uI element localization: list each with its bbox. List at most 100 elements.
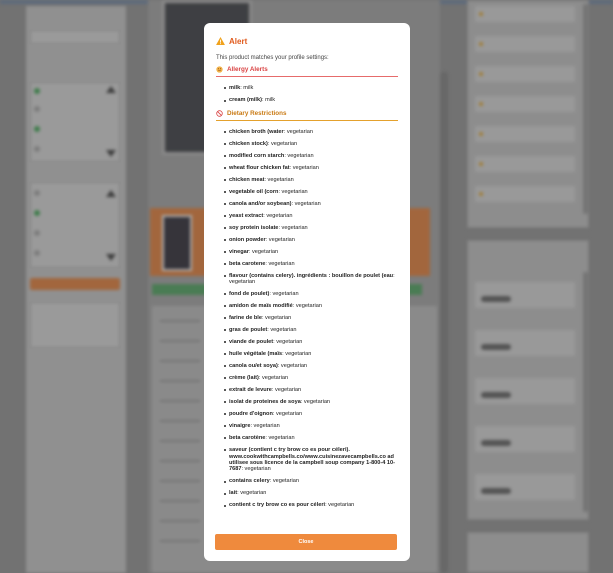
item-name: amidon de maïs modifié (229, 303, 293, 310)
item-name: beta carotene (229, 260, 266, 267)
item-detail: : vegetarian (292, 303, 322, 310)
item-detail: : vegetarian (278, 224, 308, 231)
item-name: vinegar (229, 248, 249, 255)
list-item: gras de poulet: vegetarian (224, 327, 398, 333)
item-name: beta carotène (229, 435, 266, 442)
item-detail: : vegetarian (269, 478, 299, 485)
item-detail: : vegetarian (300, 399, 331, 406)
list-item: saveur (contient c try brow co es pour c… (224, 447, 398, 473)
item-name: huile végétale (maïs (229, 351, 283, 358)
list-item: canola ou/et soya): vegetarian (224, 363, 398, 369)
item-detail: : vegetarian (271, 387, 302, 394)
warning-icon (216, 37, 225, 45)
allergy-section-title: Allergy Alerts (227, 66, 268, 73)
list-item: canola and/or soybean): vegetarian (224, 201, 398, 207)
modal-subtitle: This product matches your profile settin… (216, 55, 329, 61)
item-name: gras de poulet (229, 327, 268, 334)
item-detail: : vegetarian (248, 248, 279, 255)
list-item: cream (milk): milk (224, 97, 398, 103)
item-detail: : vegetarian (267, 140, 298, 147)
item-name: canola and/or soybean) (229, 200, 292, 207)
item-detail: : vegetarian (258, 375, 289, 382)
item-detail: : vegetarian (263, 212, 293, 219)
item-detail: : vegetarian (237, 490, 267, 497)
list-item: isolat de proteines de soya: vegetarian (224, 399, 398, 405)
item-name: yeast extract (229, 212, 264, 219)
prohibited-icon (216, 110, 223, 117)
list-item: wheat flour chicken fat: vegetarian (224, 165, 398, 171)
list-item: chicken meat: vegetarian (224, 177, 398, 183)
close-button[interactable]: Close (215, 534, 397, 550)
list-item: onion powder: vegetarian (224, 237, 398, 243)
list-item: chicken broth (water: vegetarian (224, 129, 398, 135)
item-detail: : vegetarian (261, 315, 292, 322)
item-detail: : vegetarian (282, 351, 312, 358)
item-detail: : vegetarian (284, 152, 314, 159)
list-item: beta carotene: vegetarian (224, 261, 398, 267)
item-name: soy protein isolate (229, 224, 279, 231)
list-item: farine de ble: vegetarian (224, 315, 398, 321)
list-item: flavour (contains celery). ingrédients :… (224, 273, 398, 286)
diet-section-header: Dietary Restrictions (216, 110, 398, 121)
list-item: contient c try brow co es pour céleri: v… (224, 502, 398, 508)
list-item: lait: vegetarian (224, 490, 398, 496)
item-name: contains celery (229, 478, 270, 485)
item-name: crème (lait) (229, 375, 259, 382)
item-name: chicken stock) (229, 140, 268, 147)
item-name: viande de poulet (229, 339, 274, 346)
item-detail: : vegetarian (283, 128, 313, 135)
modal-title: Alert (229, 36, 248, 46)
allergy-list: milk: milk cream (milk): milk (216, 85, 398, 104)
allergy-icon (216, 66, 223, 73)
item-detail: : vegetarian (277, 363, 308, 370)
item-name: extrait de levure (229, 387, 272, 394)
item-name: canola ou/et soya) (229, 363, 278, 370)
item-detail: : vegetarian (325, 502, 355, 509)
list-item: amidon de maïs modifié: vegetarian (224, 303, 398, 309)
item-name: modified corn starch (229, 152, 285, 159)
item-name: vegetable oil (corn (229, 188, 279, 195)
item-name: cream (milk) (229, 97, 262, 104)
item-name: vinaigre (229, 423, 251, 430)
item-detail: : vegetarian (265, 435, 295, 442)
list-item: contains celery: vegetarian (224, 478, 398, 484)
list-item: yeast extract: vegetarian (224, 213, 398, 219)
item-detail: : vegetarian (272, 411, 303, 418)
list-item: viande de poulet: vegetarian (224, 339, 398, 345)
diet-section-title: Dietary Restrictions (227, 109, 287, 117)
diet-list: chicken broth (water: vegetarian chicken… (216, 129, 398, 509)
list-item: beta carotène: vegetarian (224, 435, 398, 441)
list-item: milk: milk (224, 85, 398, 91)
list-item: soy protein isolate: vegetarian (224, 225, 398, 231)
alert-modal: Alert This product matches your profile … (204, 23, 410, 561)
list-item: modified corn starch: vegetarian (224, 153, 398, 159)
item-detail: : vegetarian (264, 176, 294, 183)
list-item: vinegar: vegetarian (224, 249, 398, 255)
allergy-section-header: Allergy Alerts (216, 66, 398, 77)
item-name: flavour (contains celery). ingrédients :… (229, 272, 394, 279)
item-name: chicken meat (229, 176, 265, 183)
item-detail: : vegetarian (250, 423, 280, 430)
modal-header: Alert (216, 33, 398, 49)
list-item: vinaigre: vegetarian (224, 423, 398, 429)
item-detail: : vegetarian (289, 164, 319, 171)
item-name: milk (229, 85, 241, 91)
item-name: contient c try brow co es pour céleri (229, 502, 326, 509)
list-item: poudre d'oignon: vegetarian (224, 411, 398, 417)
item-detail: : vegetarian (241, 466, 271, 473)
item-detail: : milk (240, 85, 254, 91)
item-name: fond de poulet) (229, 291, 270, 298)
item-detail: : vegetarian (265, 236, 295, 243)
list-item: extrait de levure: vegetarian (224, 387, 398, 393)
item-detail: : vegetarian (291, 200, 321, 207)
item-name: onion powder (229, 236, 266, 243)
list-item: huile végétale (maïs: vegetarian (224, 351, 398, 357)
list-item: fond de poulet): vegetarian (224, 291, 398, 297)
item-detail: : vegetarian (273, 339, 303, 346)
item-detail: : milk (261, 97, 276, 104)
item-detail: : vegetarian (278, 188, 308, 195)
list-item: crème (lait): vegetarian (224, 375, 398, 381)
item-detail: : vegetarian (265, 260, 295, 267)
list-item: chicken stock): vegetarian (224, 141, 398, 147)
item-name: wheat flour chicken fat (229, 164, 290, 171)
